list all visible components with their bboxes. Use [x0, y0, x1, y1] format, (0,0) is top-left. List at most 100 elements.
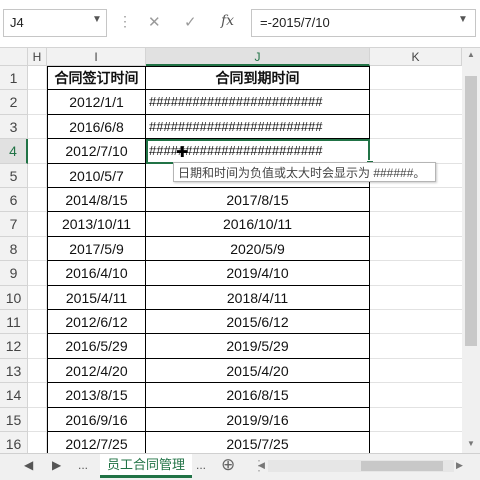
cell-h[interactable]	[28, 334, 47, 359]
next-sheet-icon[interactable]: ▶	[52, 458, 61, 472]
column-header-j[interactable]: J	[146, 48, 370, 66]
cell-j[interactable]: 2016/8/15	[146, 383, 370, 408]
cell-i[interactable]: 2016/9/16	[47, 407, 146, 432]
chevron-down-icon[interactable]: ▼	[92, 14, 102, 25]
cell-h[interactable]	[28, 407, 47, 432]
cell-j[interactable]: 2015/7/25	[146, 432, 370, 453]
column-header-i[interactable]: I	[47, 48, 146, 66]
horizontal-scroll-thumb[interactable]	[361, 461, 443, 471]
cell-h[interactable]	[28, 358, 47, 384]
cell-j[interactable]: 2015/6/12	[146, 310, 370, 335]
cell-h[interactable]	[28, 285, 47, 310]
cell-k[interactable]	[370, 432, 462, 453]
cell-i[interactable]: 2012/4/20	[47, 358, 146, 384]
cell-i[interactable]: 2010/5/7	[47, 163, 146, 188]
row-header[interactable]: 2	[0, 90, 28, 115]
cell-k[interactable]	[370, 115, 462, 140]
cell-h[interactable]	[28, 139, 47, 164]
row-header[interactable]: 3	[0, 114, 28, 140]
cell-i[interactable]: 2017/5/9	[47, 236, 146, 262]
cell-i[interactable]: 2012/7/10	[47, 139, 146, 164]
cell-j[interactable]: 2020/5/9	[146, 236, 370, 262]
cell-h[interactable]	[28, 310, 47, 335]
cell-k[interactable]	[370, 139, 462, 164]
column-header-h[interactable]: H	[28, 48, 47, 66]
cell-i[interactable]: 2015/4/11	[47, 285, 146, 310]
cell-k[interactable]	[370, 383, 462, 408]
row-header[interactable]: 7	[0, 212, 28, 237]
scroll-left-icon[interactable]: ◀	[258, 460, 265, 471]
cell-k[interactable]	[370, 408, 462, 432]
cell-i[interactable]: 合同签订时间	[47, 66, 146, 91]
chevron-down-icon[interactable]: ▼	[458, 14, 468, 25]
cell-h[interactable]	[28, 66, 47, 91]
column-header-k[interactable]: K	[370, 48, 462, 66]
cell-j[interactable]: 2016/10/11	[146, 212, 370, 237]
cell-j[interactable]: 2019/5/29	[146, 334, 370, 359]
row-header[interactable]: 12	[0, 334, 28, 359]
cell-h[interactable]	[28, 90, 47, 115]
row-header[interactable]: 4	[0, 139, 28, 164]
cell-j[interactable]: 2015/4/20	[146, 358, 370, 384]
row-header[interactable]: 10	[0, 285, 28, 310]
select-all-corner[interactable]	[0, 48, 28, 66]
vertical-scroll-thumb[interactable]	[465, 76, 477, 346]
cell-j[interactable]: ########################	[146, 90, 370, 115]
cell-j[interactable]: 2017/8/15	[146, 188, 370, 213]
cell-k[interactable]	[370, 212, 462, 237]
cell-h[interactable]	[28, 163, 47, 188]
cell-i[interactable]: 2012/6/12	[47, 310, 146, 335]
cell-k[interactable]	[370, 334, 462, 359]
name-box[interactable]: J4 ▼	[3, 9, 107, 37]
cell-k[interactable]	[370, 237, 462, 262]
cell-k[interactable]	[370, 188, 462, 213]
cell-j[interactable]: 合同到期时间	[146, 66, 370, 91]
cell-h[interactable]	[28, 114, 47, 140]
row-header[interactable]: 5	[0, 163, 28, 188]
cell-k[interactable]	[370, 261, 462, 286]
cell-j[interactable]: 2018/4/11	[146, 285, 370, 310]
more-sheets-right[interactable]: ...	[196, 458, 206, 472]
cell-i[interactable]: 2013/8/15	[47, 383, 146, 408]
cell-i[interactable]: 2012/7/25	[47, 432, 146, 453]
row-header[interactable]: 6	[0, 188, 28, 213]
row-header[interactable]: 11	[0, 310, 28, 335]
more-sheets-left[interactable]: ...	[78, 458, 88, 472]
cell-k[interactable]	[370, 66, 462, 91]
cell-i[interactable]: 2016/4/10	[47, 261, 146, 286]
cell-h[interactable]	[28, 432, 47, 453]
row-header[interactable]: 1	[0, 66, 28, 91]
row-header[interactable]: 14	[0, 383, 28, 408]
cell-h[interactable]	[28, 261, 47, 286]
row-header[interactable]: 8	[0, 236, 28, 262]
row-header[interactable]: 9	[0, 261, 28, 286]
cell-i[interactable]: 2014/8/15	[47, 188, 146, 213]
cell-k[interactable]	[370, 286, 462, 310]
insert-function-icon[interactable]: fx	[221, 13, 234, 29]
row-header[interactable]: 13	[0, 358, 28, 384]
cell-j[interactable]: 2019/9/16	[146, 407, 370, 432]
cell-i[interactable]: 2016/6/8	[47, 114, 146, 140]
cell-i[interactable]: 2016/5/29	[47, 334, 146, 359]
cell-h[interactable]	[28, 383, 47, 408]
row-header[interactable]: 15	[0, 407, 28, 432]
cell-k[interactable]	[370, 90, 462, 115]
cancel-icon[interactable]: ✕	[148, 13, 161, 31]
sheet-tab-active[interactable]: 员工合同管理	[100, 454, 192, 478]
enter-icon[interactable]: ✓	[184, 13, 197, 31]
cell-h[interactable]	[28, 236, 47, 262]
row-header[interactable]: 16	[0, 432, 28, 453]
cell-j[interactable]: ########################	[146, 114, 370, 140]
add-sheet-icon[interactable]: ⊕	[221, 455, 235, 475]
formula-input[interactable]: =-2015/7/10 ▼	[251, 9, 476, 37]
cell-i[interactable]: 2013/10/11	[47, 212, 146, 237]
scroll-up-icon[interactable]: ▲	[467, 50, 475, 59]
cell-k[interactable]	[370, 310, 462, 335]
scroll-right-icon[interactable]: ▶	[456, 460, 463, 471]
scroll-down-icon[interactable]: ▼	[467, 439, 475, 448]
cell-i[interactable]: 2012/1/1	[47, 90, 146, 115]
prev-sheet-icon[interactable]: ◀	[24, 458, 33, 472]
cell-k[interactable]	[370, 359, 462, 384]
cell-h[interactable]	[28, 212, 47, 237]
cell-j[interactable]: 2019/4/10	[146, 261, 370, 286]
